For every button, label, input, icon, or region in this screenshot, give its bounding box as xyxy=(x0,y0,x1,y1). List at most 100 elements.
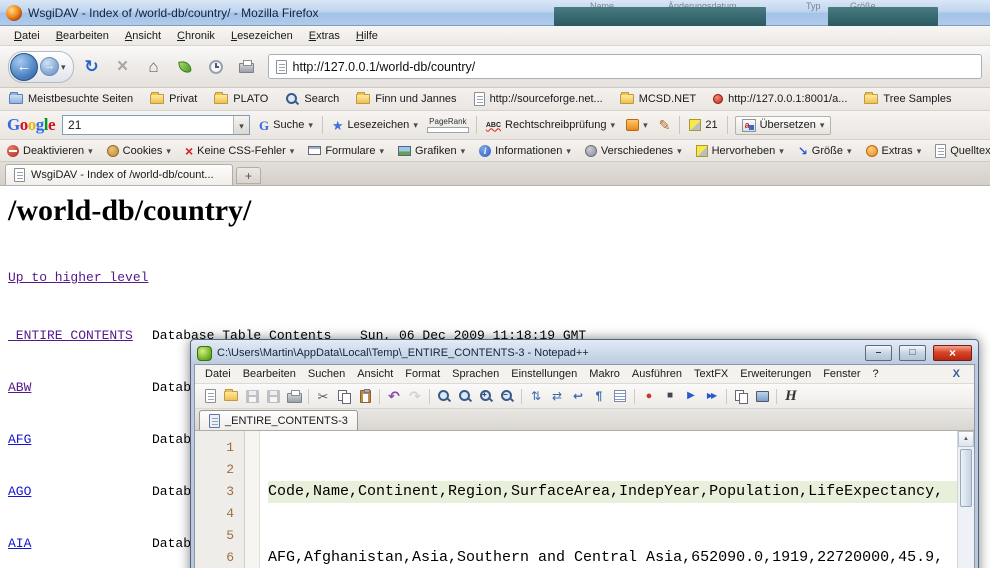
stop-macro-icon[interactable] xyxy=(661,387,679,405)
document-monitor-icon[interactable] xyxy=(753,387,771,405)
cut-icon[interactable] xyxy=(314,387,332,405)
webdev-informationen[interactable]: Informationen xyxy=(479,145,571,157)
record-macro-icon[interactable] xyxy=(640,387,658,405)
webdev-formulare[interactable]: Formulare xyxy=(308,145,384,157)
webdev-quelltext[interactable]: Quelltext xyxy=(935,144,990,158)
uebersetzen-button[interactable]: Übersetzen xyxy=(735,116,832,135)
np-menu-bearbeiten[interactable]: Bearbeiten xyxy=(237,366,302,382)
menu-lesezeichen[interactable]: Lesezeichen xyxy=(223,28,301,44)
print-icon[interactable] xyxy=(285,387,303,405)
menu-chronik[interactable]: Chronik xyxy=(169,28,223,44)
google-search-input[interactable]: 21 xyxy=(62,115,250,135)
bookmark-privat[interactable]: Privat xyxy=(150,93,197,105)
textfx-html-icon[interactable] xyxy=(782,387,800,405)
maximize-button[interactable] xyxy=(899,345,926,361)
scrollbar-thumb[interactable] xyxy=(960,449,972,507)
pagerank-indicator[interactable]: PageRank xyxy=(427,117,469,133)
menu-bearbeiten[interactable]: Bearbeiten xyxy=(48,28,117,44)
bookmark-tree-samples[interactable]: Tree Samples xyxy=(864,93,951,105)
np-menu-ansicht[interactable]: Ansicht xyxy=(351,366,399,382)
bookmark-sourceforge[interactable]: http://sourceforge.net... xyxy=(474,92,603,106)
editor-vertical-scrollbar[interactable] xyxy=(957,431,974,568)
webdev-grafiken[interactable]: Grafiken xyxy=(398,145,465,157)
bookmark-finn-und-jannes[interactable]: Finn und Jannes xyxy=(356,93,456,105)
new-tab-button[interactable]: + xyxy=(236,167,261,184)
record-link[interactable]: ABW xyxy=(8,377,152,399)
play-macro-icon[interactable] xyxy=(682,387,700,405)
spellcheck-button[interactable]: ABCRechtschreibprüfung xyxy=(484,117,617,133)
webdev-cookies[interactable]: Cookies xyxy=(107,145,171,157)
reload-button[interactable] xyxy=(79,54,105,80)
menu-hilfe[interactable]: Hilfe xyxy=(348,28,386,44)
code-area[interactable]: Code,Name,Continent,Region,SurfaceArea,I… xyxy=(260,431,974,568)
print-button[interactable] xyxy=(234,54,260,80)
record-link[interactable]: AFG xyxy=(8,429,152,451)
menu-datei[interactable]: Datei xyxy=(6,28,48,44)
entire-contents-link[interactable]: ENTIRE CONTENTS xyxy=(8,325,152,347)
np-menu-einstellungen[interactable]: Einstellungen xyxy=(505,366,583,382)
notepad-titlebar[interactable]: C:\Users\Martin\AppData\Local\Temp\_ENTI… xyxy=(194,342,975,364)
history-button[interactable] xyxy=(203,54,229,80)
open-folder-icon[interactable] xyxy=(222,387,240,405)
np-menu-suchen[interactable]: Suchen xyxy=(302,366,351,382)
document-tab[interactable]: _ENTIRE_CONTENTS-3 xyxy=(199,410,358,430)
save-icon[interactable] xyxy=(243,387,261,405)
webdev-verschiedenes[interactable]: Verschiedenes xyxy=(585,145,682,157)
record-link[interactable]: AGO xyxy=(8,481,152,503)
record-link[interactable]: AIA xyxy=(8,533,152,555)
redo-icon[interactable] xyxy=(406,387,424,405)
home-button[interactable] xyxy=(141,54,167,80)
history-dropdown-icon[interactable] xyxy=(61,61,66,73)
bookmark-plato[interactable]: PLATO xyxy=(214,93,268,105)
search-history-dropdown[interactable] xyxy=(233,116,249,134)
up-to-higher-level-link[interactable]: Up to higher level xyxy=(8,270,148,285)
url-bar[interactable]: http://127.0.0.1/world-db/country/ xyxy=(268,54,982,79)
indent-guide-icon[interactable] xyxy=(611,387,629,405)
np-menu-sprachen[interactable]: Sprachen xyxy=(446,366,505,382)
undo-icon[interactable] xyxy=(385,387,403,405)
show-all-characters-icon[interactable] xyxy=(590,387,608,405)
webdev-css-fehler[interactable]: Keine CSS-Fehler xyxy=(185,144,294,158)
zoom-out-icon[interactable]: − xyxy=(498,387,516,405)
back-button[interactable] xyxy=(10,53,38,81)
replace-icon[interactable] xyxy=(456,387,474,405)
close-document-button[interactable]: X xyxy=(943,368,970,380)
bookmark-search[interactable]: Search xyxy=(285,92,339,106)
np-menu-textfx[interactable]: TextFX xyxy=(688,366,734,382)
webdev-extras[interactable]: Extras xyxy=(866,145,922,157)
np-menu-erweiterungen[interactable]: Erweiterungen xyxy=(734,366,817,382)
firefox-titlebar[interactable]: WsgiDAV - Index of /world-db/country/ - … xyxy=(0,0,990,26)
minimize-button[interactable] xyxy=(865,345,892,361)
paste-icon[interactable] xyxy=(356,387,374,405)
stop-button[interactable] xyxy=(110,54,136,80)
np-menu-ausfuehren[interactable]: Ausführen xyxy=(626,366,688,382)
bookmark-127-0-0-1-8001[interactable]: http://127.0.0.1:8001/a... xyxy=(713,93,847,105)
google-lesezeichen-button[interactable]: Lesezeichen xyxy=(330,117,420,134)
autofill-button[interactable] xyxy=(624,117,650,133)
edit-button[interactable] xyxy=(657,116,673,134)
close-button[interactable] xyxy=(933,345,972,361)
find-icon[interactable] xyxy=(435,387,453,405)
run-macro-multiple-icon[interactable] xyxy=(703,387,721,405)
menu-extras[interactable]: Extras xyxy=(301,28,348,44)
word-wrap-icon[interactable] xyxy=(569,387,587,405)
scroll-up-button[interactable] xyxy=(958,431,974,447)
np-menu-fenster[interactable]: Fenster xyxy=(817,366,866,382)
forward-button[interactable] xyxy=(40,57,59,76)
google-suche-button[interactable]: Suche xyxy=(257,117,315,134)
np-menu-datei[interactable]: Datei xyxy=(199,366,237,382)
tab-wsgidav-index[interactable]: WsgiDAV - Index of /world-db/count... xyxy=(5,164,233,185)
np-menu-makro[interactable]: Makro xyxy=(583,366,626,382)
bookmark-mcsd-net[interactable]: MCSD.NET xyxy=(620,93,696,105)
bookmark-meistbesuchte-seiten[interactable]: Meistbesuchte Seiten xyxy=(9,93,133,105)
np-menu-hilfe[interactable]: ? xyxy=(866,366,884,382)
webdev-hervorheben[interactable]: Hervorheben xyxy=(696,145,784,157)
feed-button[interactable] xyxy=(172,54,198,80)
highlight-term-button[interactable]: 21 xyxy=(687,117,719,133)
copy-icon[interactable] xyxy=(335,387,353,405)
menu-ansicht[interactable]: Ansicht xyxy=(117,28,169,44)
save-all-icon[interactable] xyxy=(264,387,282,405)
sync-scroll-vertical-icon[interactable] xyxy=(527,387,545,405)
doc-switcher-icon[interactable] xyxy=(732,387,750,405)
np-menu-format[interactable]: Format xyxy=(399,366,446,382)
